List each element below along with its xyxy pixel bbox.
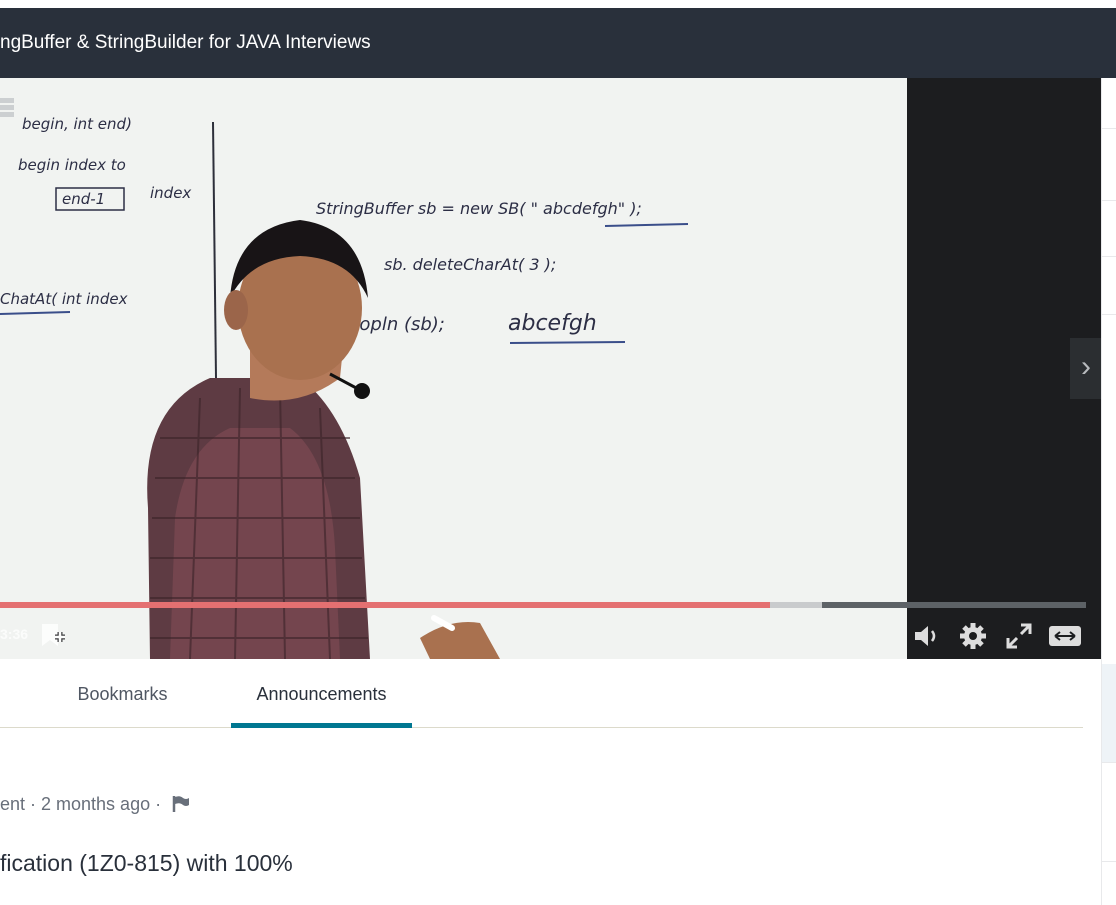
board-right-line: sb. deleteCharAt( 3 );: [384, 255, 556, 274]
tab-bookmarks[interactable]: Bookmarks: [52, 659, 193, 727]
top-strip: [0, 0, 1116, 8]
board-left-line: end-1: [62, 190, 105, 208]
settings-gear-icon[interactable]: [959, 622, 987, 650]
current-time: 3:36: [0, 626, 29, 642]
next-lecture-button[interactable]: ›: [1070, 338, 1101, 399]
expand-width-icon[interactable]: [1048, 624, 1082, 648]
sidebar-current-item[interactable]: [1102, 664, 1116, 762]
board-right-line: StringBuffer sb = new SB( " abcdefgh" );: [316, 199, 642, 218]
tab-announcements[interactable]: Announcements: [231, 659, 412, 727]
active-tab-indicator: [231, 723, 412, 728]
progress-bar[interactable]: [0, 602, 1086, 608]
lecture-tabs: Bookmarks Announcements: [0, 659, 1083, 728]
sidebar-divider: [1102, 762, 1116, 763]
played-range: [0, 602, 770, 608]
announcement-meta-text: ent · 2 months ago ·: [0, 794, 162, 814]
logo-watermark-icon: [0, 98, 14, 117]
video-frame-image: begin, int end) begin index to end-1 ind…: [0, 78, 907, 659]
announcement-title: fication (1Z0-815) with 100%: [0, 850, 293, 876]
fullscreen-icon[interactable]: [1005, 622, 1033, 650]
video-player[interactable]: begin, int end) begin index to end-1 ind…: [0, 78, 1101, 659]
lecture-header: ngBuffer & StringBuilder for JAVA Interv…: [0, 8, 1116, 78]
course-content-sidebar: [1101, 78, 1116, 905]
lecture-title: ngBuffer & StringBuilder for JAVA Interv…: [0, 32, 371, 53]
board-left-line: ChatAt( int index: [0, 290, 128, 308]
add-bookmark-icon[interactable]: [40, 622, 66, 648]
board-right-line: sopln (sb);: [350, 314, 445, 335]
sidebar-divider: [1102, 314, 1116, 315]
sidebar-divider: [1102, 256, 1116, 257]
board-right-line: abcefgh: [508, 311, 597, 336]
video-frame[interactable]: begin, int end) begin index to end-1 ind…: [0, 78, 907, 659]
board-left-line: begin index to: [18, 156, 126, 174]
sidebar-divider: [1102, 861, 1116, 862]
sidebar-divider: [1102, 128, 1116, 129]
player-controls: 3:36: [0, 586, 1101, 659]
board-left-line: index: [150, 184, 191, 202]
volume-icon[interactable]: [913, 624, 941, 648]
board-left-line: begin, int end): [22, 115, 132, 133]
sidebar-divider: [1102, 200, 1116, 201]
announcement-meta: ent · 2 months ago ·: [0, 794, 190, 815]
report-flag-icon[interactable]: [172, 795, 190, 812]
